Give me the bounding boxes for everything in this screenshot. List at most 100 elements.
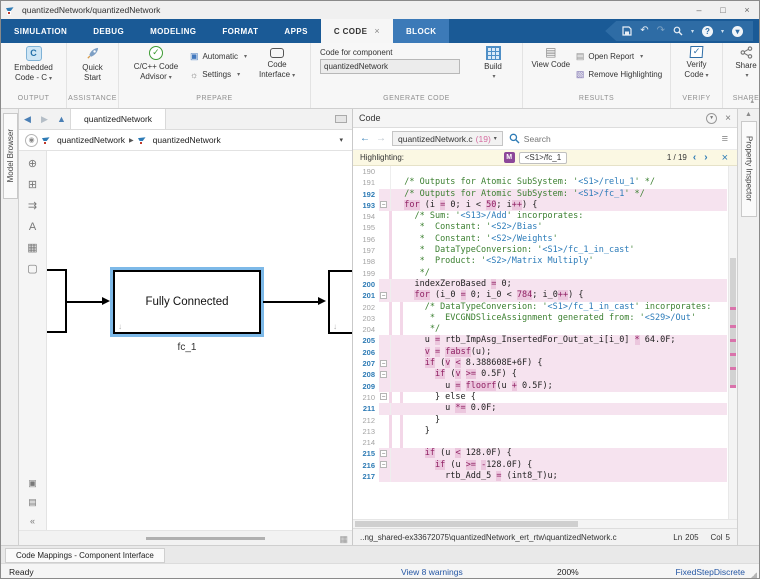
open-report-button[interactable]: ▤ Open Report ▾ [576, 49, 662, 64]
code-line-215[interactable]: 215− if (u < 128.0F) { [353, 448, 737, 459]
code-mappings-tab[interactable]: Code Mappings - Component Interface [5, 548, 165, 563]
code-line-193[interactable]: 193− for (i = 0; i < 50; i++) { [353, 200, 737, 211]
expand-browser-icon[interactable]: ◉ [25, 134, 38, 147]
code-line-191[interactable]: 191 /* Outputs for Atomic SubSystem: '<S… [353, 177, 737, 188]
viewmark-icon[interactable]: ▦ [27, 243, 37, 254]
code-line-204[interactable]: 204 */ [353, 324, 737, 335]
diagram-viewport[interactable]: Fully Connected ↓ fc_1 ↓ [47, 151, 352, 530]
code-line-211[interactable]: 211 u *= 0.0F; [353, 403, 737, 414]
code-line-210[interactable]: 210− } else { [353, 392, 737, 403]
maximize-button[interactable]: □ [711, 1, 735, 19]
redo-icon[interactable]: ↷ [657, 26, 665, 36]
tab-format[interactable]: FORMAT [209, 19, 271, 43]
block-right-partial[interactable]: ↓ [328, 270, 352, 334]
code-line-205[interactable]: 205 u = rtb_ImpAsg_InsertedFor_Out_at_i[… [353, 335, 737, 346]
verify-code-button[interactable]: ✓ Verify Code▾ [677, 46, 716, 81]
code-line-195[interactable]: 195 * Constant: '<S2>/Bias' [353, 222, 737, 233]
back-icon[interactable]: ◀ [19, 114, 36, 125]
code-line-192[interactable]: 192 /* Outputs for Atomic SubSystem: '<S… [353, 189, 737, 200]
code-line-212[interactable]: 212 } [353, 415, 737, 426]
highlight-mark[interactable] [730, 325, 736, 328]
panel-close-icon[interactable]: × [725, 113, 731, 124]
build-button[interactable]: Build ▾ [473, 46, 513, 82]
previous-match-icon[interactable]: ‹ [691, 152, 698, 163]
embedded-code-button[interactable]: C Embedded Code - C▾ [7, 46, 60, 84]
code-line-201[interactable]: 201− for (i_0 = 0; i_0 < 784; i_0++) { [353, 290, 737, 301]
component-input[interactable] [320, 59, 460, 74]
minimize-ribbon-icon[interactable]: ▾ [732, 26, 743, 37]
panel-menu-icon[interactable]: ▼ [706, 113, 717, 124]
tab-apps[interactable]: APPS [271, 19, 320, 43]
code-line-217[interactable]: 217 rtb_Add_5 = (int8_T)u; [353, 471, 737, 482]
code-editor[interactable]: 190191 /* Outputs for Atomic SubSystem: … [353, 166, 737, 519]
code-line-190[interactable]: 190 [353, 166, 737, 177]
fold-toggle-icon[interactable]: − [379, 369, 390, 380]
signal-routing-icon[interactable]: ⇉ [28, 201, 37, 212]
tab-simulation[interactable]: SIMULATION [1, 19, 80, 43]
share-button[interactable]: Share ▾ [729, 46, 760, 81]
resize-grip[interactable] [751, 572, 757, 578]
canvas-hscroll-thumb[interactable] [146, 537, 266, 540]
highlight-mark[interactable] [730, 307, 736, 310]
code-line-216[interactable]: 216− if (u >= -128.0F) { [353, 460, 737, 471]
code-line-206[interactable]: 206 v = fabsf(u); [353, 347, 737, 358]
signal-wire[interactable] [67, 301, 103, 303]
block-fully-connected[interactable]: Fully Connected ↓ [113, 270, 261, 334]
code-hscrollbar[interactable] [353, 519, 737, 528]
canvas-tab[interactable]: quantizedNetwork [70, 109, 166, 129]
breadcrumb-current[interactable]: quantizedNetwork [153, 135, 221, 145]
settings-button[interactable]: ☼ Settings ▾ [190, 67, 247, 82]
screenshot-icon[interactable]: ▣ [28, 479, 37, 488]
breadcrumb-root[interactable]: quantizedNetwork [57, 135, 125, 145]
next-match-icon[interactable]: › [702, 152, 709, 163]
search-input[interactable] [524, 134, 716, 144]
collapse-strip-icon[interactable]: ▲ [738, 109, 759, 118]
code-vscroll-thumb[interactable] [730, 258, 736, 385]
canvas-tab-options-icon[interactable] [335, 115, 347, 123]
highlighted-target[interactable]: <S1>/fc_1 [519, 152, 567, 164]
forward-icon[interactable]: ▶ [36, 114, 53, 125]
code-line-197[interactable]: 197 * DataTypeConversion: '<S1>/fc_1_in_… [353, 245, 737, 256]
fit-to-view-icon[interactable]: ⊞ [28, 180, 37, 191]
tab-close-icon[interactable]: × [374, 26, 380, 36]
subsystem-arrow-icon[interactable]: ↓ [118, 322, 122, 331]
up-to-parent-icon[interactable]: ▲ [53, 114, 70, 124]
breadcrumb-dropdown-icon[interactable]: ▾ [339, 136, 346, 144]
code-line-196[interactable]: 196 * Constant: '<S2>/Weights' [353, 234, 737, 245]
help-dropdown-icon[interactable]: ▾ [721, 28, 724, 35]
help-icon[interactable]: ? [702, 26, 713, 37]
code-line-208[interactable]: 208− if (v >= 0.5F) { [353, 369, 737, 380]
code-line-209[interactable]: 209 u = floorf(u + 0.5F); [353, 381, 737, 392]
tab-block[interactable]: BLOCK [393, 19, 449, 43]
code-line-200[interactable]: 200 indexZeroBased = 0; [353, 279, 737, 290]
zoom-level[interactable]: 200% [557, 567, 579, 577]
tab-c-code[interactable]: C CODE × [321, 19, 393, 43]
file-dropdown[interactable]: quantizedNetwork.c (19) ▾ [392, 131, 503, 146]
undo-icon[interactable]: ↶ [640, 26, 648, 36]
highlight-mark[interactable] [730, 367, 736, 370]
fold-toggle-icon[interactable]: − [379, 460, 390, 471]
code-line-203[interactable]: 203 * EVCGNDSliceAssignment generated fr… [353, 313, 737, 324]
code-line-194[interactable]: 194 /* Sum: '<S13>/Add' incorporates: [353, 211, 737, 222]
annotation-icon[interactable]: A [29, 222, 36, 233]
model-data-icon[interactable]: ▤ [28, 498, 37, 507]
search-icon[interactable] [673, 26, 683, 36]
sample-time-icon[interactable]: ▢ [27, 264, 37, 275]
canvas-hscrollbar[interactable]: ▦ [19, 530, 352, 545]
automatic-button[interactable]: ▣ Automatic ▾ [190, 49, 247, 64]
code-options-icon[interactable]: ≡ [722, 133, 730, 145]
subsystem-arrow-icon[interactable]: ↓ [333, 322, 337, 331]
minimize-button[interactable]: – [687, 1, 711, 19]
highlight-mark[interactable] [730, 353, 736, 356]
code-interface-button[interactable]: Code Interface▾ [252, 46, 302, 81]
collapse-palette-icon[interactable]: « [30, 517, 35, 526]
zoom-icon[interactable]: ⊕ [28, 159, 37, 170]
tab-debug[interactable]: DEBUG [80, 19, 137, 43]
code-advisor-button[interactable]: ✓ C/C++ Code Advisor▾ [127, 46, 185, 83]
code-back-icon[interactable]: ← [360, 133, 370, 144]
block-left-partial[interactable] [47, 269, 67, 333]
fold-toggle-icon[interactable]: − [379, 200, 390, 211]
remove-highlighting-button[interactable]: ▧ Remove Highlighting [576, 67, 662, 82]
code-hscroll-thumb[interactable] [355, 521, 578, 527]
block-name-label[interactable]: fc_1 [113, 342, 261, 353]
